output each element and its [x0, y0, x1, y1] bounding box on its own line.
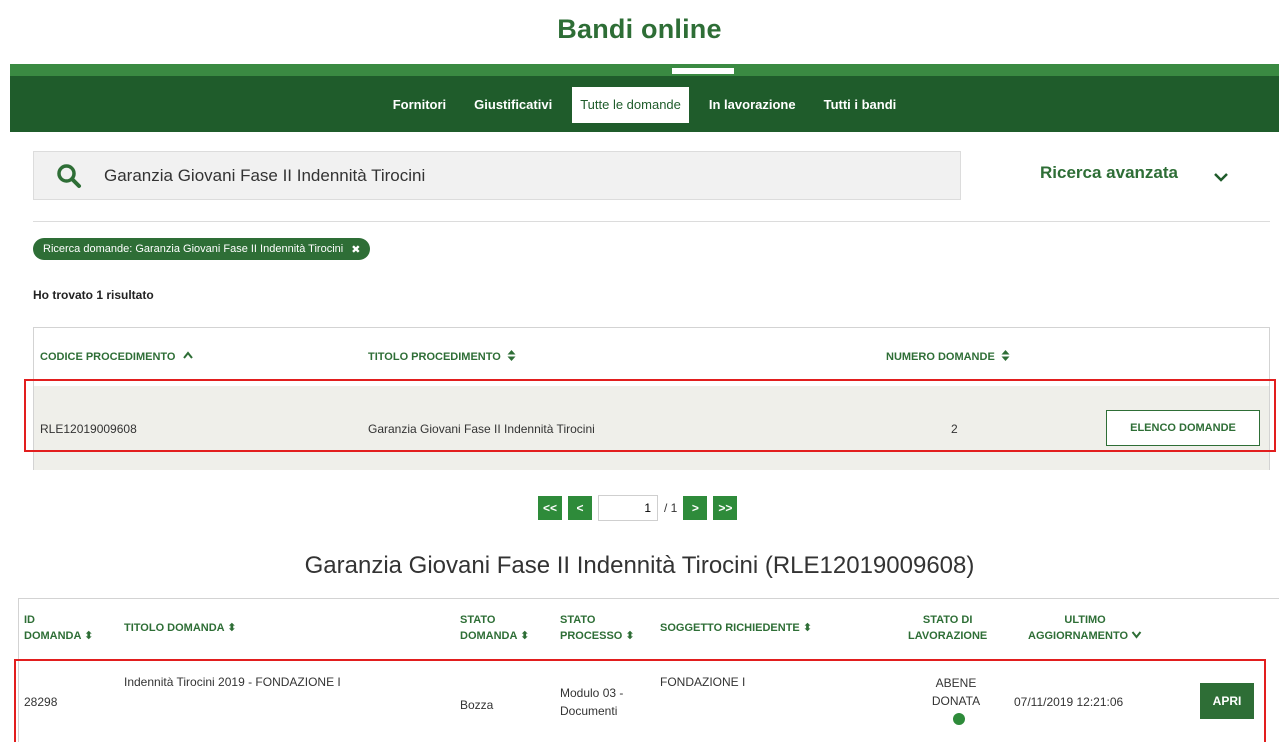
sort-icon — [1001, 350, 1010, 361]
col-header-titolo-domanda[interactable]: TITOLO DOMANDA ⬍ — [124, 620, 237, 636]
sort-asc-icon — [182, 351, 193, 359]
nav-item-tutte-le-domande[interactable]: Tutte le domande — [572, 87, 689, 123]
cell-numero: 2 — [951, 422, 958, 436]
cell-stato-domanda: Bozza — [460, 698, 494, 712]
close-icon[interactable]: ✖ — [351, 243, 360, 256]
pagination: << < / 1 > >> — [538, 494, 738, 522]
nav-item-fornitori[interactable]: Fornitori — [385, 87, 454, 123]
chevron-down-icon[interactable] — [1210, 166, 1232, 188]
nav-item-in-lavorazione[interactable]: In lavorazione — [701, 87, 804, 123]
apri-button[interactable]: APRI — [1200, 683, 1254, 719]
cell-id-domanda: 28298 — [24, 695, 58, 709]
cell-stato-processo: Modulo 03 - Documenti — [560, 686, 624, 718]
col-header-stato-lavorazione[interactable]: STATO DI LAVORAZIONE — [908, 612, 987, 644]
nav-item-giustificativi[interactable]: Giustificativi — [466, 87, 560, 123]
sort-icon — [507, 350, 516, 361]
cell-codice: RLE12019009608 — [40, 422, 137, 436]
sort-icon: ⬍ — [227, 622, 237, 634]
search-icon[interactable] — [34, 163, 104, 189]
sort-icon: ⬍ — [520, 630, 530, 642]
cell-soggetto: FONDAZIONE I — [660, 675, 746, 689]
search-input[interactable] — [104, 165, 904, 186]
cell-ultimo-aggiornamento: 07/11/2019 12:21:06 — [1014, 695, 1124, 709]
filter-chip-label: Ricerca domande: Garanzia Giovani Fase I… — [43, 243, 344, 255]
col-header-id[interactable]: ID DOMANDA ⬍ — [24, 612, 93, 644]
procedures-table: CODICE PROCEDIMENTO TITOLO PROCEDIMENTO … — [33, 327, 1270, 470]
result-count: Ho trovato 1 risultato — [33, 288, 154, 302]
col-header-titolo[interactable]: TITOLO PROCEDIMENTO — [368, 350, 516, 363]
sort-icon: ⬍ — [84, 630, 94, 642]
col-header-stato-domanda[interactable]: STATO DOMANDA ⬍ — [460, 612, 529, 644]
col-header-stato-processo[interactable]: STATO PROCESSO ⬍ — [560, 612, 635, 644]
sort-icon: ⬍ — [802, 622, 813, 634]
advanced-search-link[interactable]: Ricerca avanzata — [1040, 163, 1178, 183]
cell-titolo-domanda: Indennità Tirocini 2019 - FONDAZIONE I — [124, 675, 341, 689]
col-header-ultimo-aggiornamento[interactable]: ULTIMO AGGIORNAMENTO — [1028, 612, 1142, 644]
sort-desc-icon — [1131, 631, 1142, 639]
procedures-table-header: CODICE PROCEDIMENTO TITOLO PROCEDIMENTO … — [34, 328, 1269, 386]
next-page-button[interactable]: > — [683, 496, 708, 520]
app-title: Bandi online — [557, 14, 722, 44]
elenco-domande-button[interactable]: ELENCO DOMANDE — [1106, 410, 1260, 446]
active-filter-chip: Ricerca domande: Garanzia Giovani Fase I… — [33, 238, 371, 260]
nav-top-stripe — [10, 64, 1279, 76]
nav-item-tutti-i-bandi[interactable]: Tutti i bandi — [816, 87, 905, 123]
first-page-button[interactable]: << — [538, 496, 563, 520]
search-box — [33, 151, 961, 200]
prev-page-button[interactable]: < — [568, 496, 593, 520]
col-header-codice[interactable]: CODICE PROCEDIMENTO — [40, 350, 194, 363]
page-total: / 1 — [664, 501, 678, 515]
sort-icon: ⬍ — [625, 630, 635, 642]
cell-stato-lavorazione: ABENE DONATA — [931, 676, 981, 708]
status-dot-icon — [953, 713, 965, 725]
col-header-numero[interactable]: NUMERO DOMANDE — [886, 350, 1010, 363]
cell-titolo: Garanzia Giovani Fase II Indennità Tiroc… — [368, 422, 595, 436]
divider — [33, 221, 1270, 222]
section-title: Garanzia Giovani Fase II Indennità Tiroc… — [304, 552, 975, 579]
nav-items: Fornitori Giustificativi Tutte le domand… — [10, 87, 1279, 123]
table-row: RLE12019009608 Garanzia Giovani Fase II … — [34, 386, 1269, 470]
last-page-button[interactable]: >> — [713, 496, 738, 520]
nav-active-indicator — [672, 68, 734, 74]
main-nav: Fornitori Giustificativi Tutte le domand… — [10, 64, 1279, 132]
col-header-soggetto[interactable]: SOGGETTO RICHIEDENTE ⬍ — [660, 620, 812, 636]
page-input[interactable] — [598, 495, 659, 521]
